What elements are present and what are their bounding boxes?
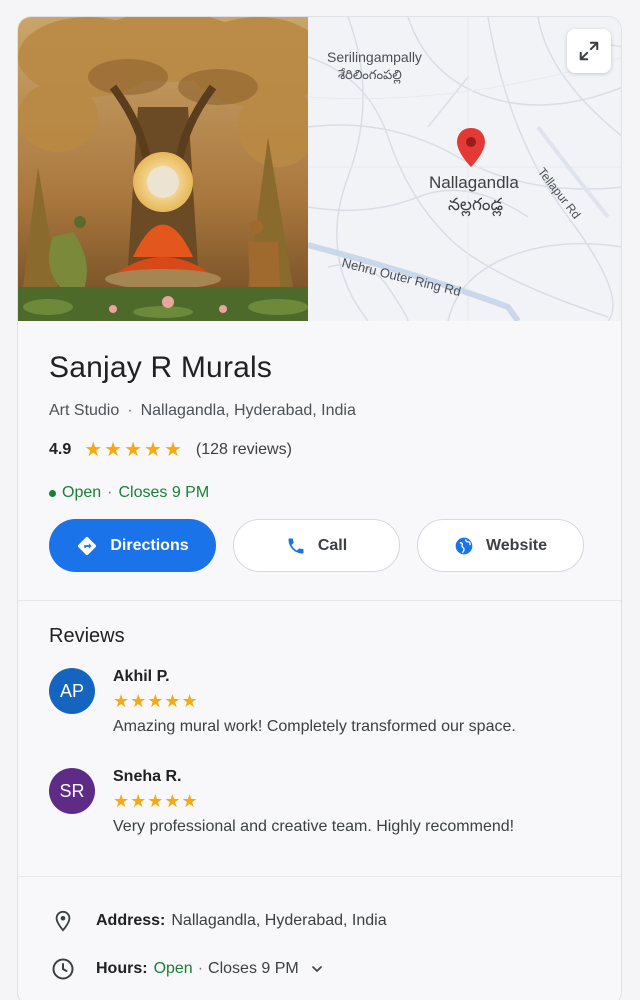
- status-dot-icon: [49, 489, 56, 497]
- hours-row[interactable]: Hours: Open · Closes 9 PM: [49, 945, 594, 993]
- review-item: SR Sneha R. ★★★★★ Very professional and …: [49, 768, 594, 868]
- business-location: Nallagandla, Hyderabad, India: [140, 402, 356, 419]
- address-value: Nallagandla, Hyderabad, India: [171, 912, 387, 929]
- hours-value: Closes 9 PM: [208, 960, 299, 977]
- reviewer-name: Sneha R.: [113, 768, 182, 785]
- reviews-section: Reviews AP Akhil P. ★★★★★ Amazing mural …: [49, 625, 594, 868]
- call-button[interactable]: Call: [233, 519, 400, 572]
- review-stars: ★★★★★: [113, 691, 199, 711]
- review-stars: ★★★★★: [113, 791, 199, 811]
- business-category: Art Studio: [49, 402, 120, 419]
- review-body: Sneha R. ★★★★★ Very professional and cre…: [113, 768, 514, 836]
- map-place-label-te: నల్లగండ్ల: [448, 195, 504, 214]
- map-area-label-te: శేరిలింగంపల్లి: [338, 67, 402, 82]
- divider-bottom: [18, 876, 621, 877]
- subtitle-separator: ·: [127, 402, 133, 419]
- rating-stars: ★★★★★: [84, 439, 184, 461]
- website-button[interactable]: Website: [417, 519, 584, 572]
- directions-label: Directions: [110, 536, 189, 554]
- directions-icon: [78, 536, 97, 555]
- avatar: SR: [49, 768, 95, 814]
- review-count-link[interactable]: (128 reviews): [196, 441, 292, 459]
- open-status: Open · Closes 9 PM: [49, 484, 594, 502]
- business-name: Sanjay R Murals: [49, 351, 273, 384]
- business-subtitle: Art Studio · Nallagandla, Hyderabad, Ind…: [49, 402, 594, 420]
- review-item: AP Akhil P. ★★★★★ Amazing mural work! Co…: [49, 668, 594, 768]
- status-separator: ·: [107, 484, 113, 501]
- map-preview[interactable]: Serilingampally శేరిలింగంపల్లి Nallagand…: [308, 17, 621, 321]
- expand-map-button[interactable]: [567, 29, 611, 73]
- status-closes: Closes 9 PM: [118, 484, 210, 501]
- rating-row: 4.9 ★★★★★ (128 reviews): [49, 437, 594, 462]
- directions-button[interactable]: Directions: [49, 519, 216, 572]
- divider-top: [18, 600, 621, 601]
- review-text: Amazing mural work! Completely transform…: [113, 718, 516, 735]
- hours-status: Open: [153, 960, 193, 977]
- avatar: AP: [49, 668, 95, 714]
- website-label: Website: [485, 536, 548, 554]
- address-row[interactable]: Address: Nallagandla, Hyderabad, India: [49, 897, 594, 945]
- expand-icon: [579, 41, 599, 61]
- review-body: Akhil P. ★★★★★ Amazing mural work! Compl…: [113, 668, 516, 736]
- rating-value: 4.9: [49, 440, 72, 458]
- place-card: Serilingampally శేరిలింగంపల్లి Nallagand…: [17, 16, 622, 1000]
- avatar-initials: AP: [59, 680, 84, 701]
- phone-icon: [288, 538, 304, 553]
- clock-icon: [49, 955, 77, 983]
- map-place-label-en: Nallagandla: [429, 173, 519, 192]
- location-pin-icon: [49, 907, 77, 935]
- chevron-down-icon[interactable]: [309, 961, 325, 977]
- hero: Serilingampally శేరిలింగంపల్లి Nallagand…: [18, 17, 621, 321]
- action-buttons: Directions Call Website: [49, 519, 584, 572]
- hours-separator: ·: [197, 960, 204, 977]
- business-info: Sanjay R Murals Art Studio · Nallagandla…: [49, 351, 594, 502]
- status-open: Open: [62, 484, 102, 501]
- mural-photo[interactable]: [18, 17, 308, 321]
- avatar-initials: SR: [59, 780, 85, 801]
- globe-icon: [455, 537, 473, 554]
- reviewer-name: Akhil P.: [113, 668, 170, 685]
- review-text: Very professional and creative team. Hig…: [113, 818, 515, 835]
- hours-label: Hours:: [96, 960, 148, 977]
- reviews-heading: Reviews: [49, 625, 125, 647]
- details-section: Address: Nallagandla, Hyderabad, India H…: [49, 897, 594, 993]
- call-label: Call: [317, 536, 348, 554]
- address-label: Address:: [96, 912, 166, 929]
- map-area-label-en: Serilingampally: [327, 49, 422, 65]
